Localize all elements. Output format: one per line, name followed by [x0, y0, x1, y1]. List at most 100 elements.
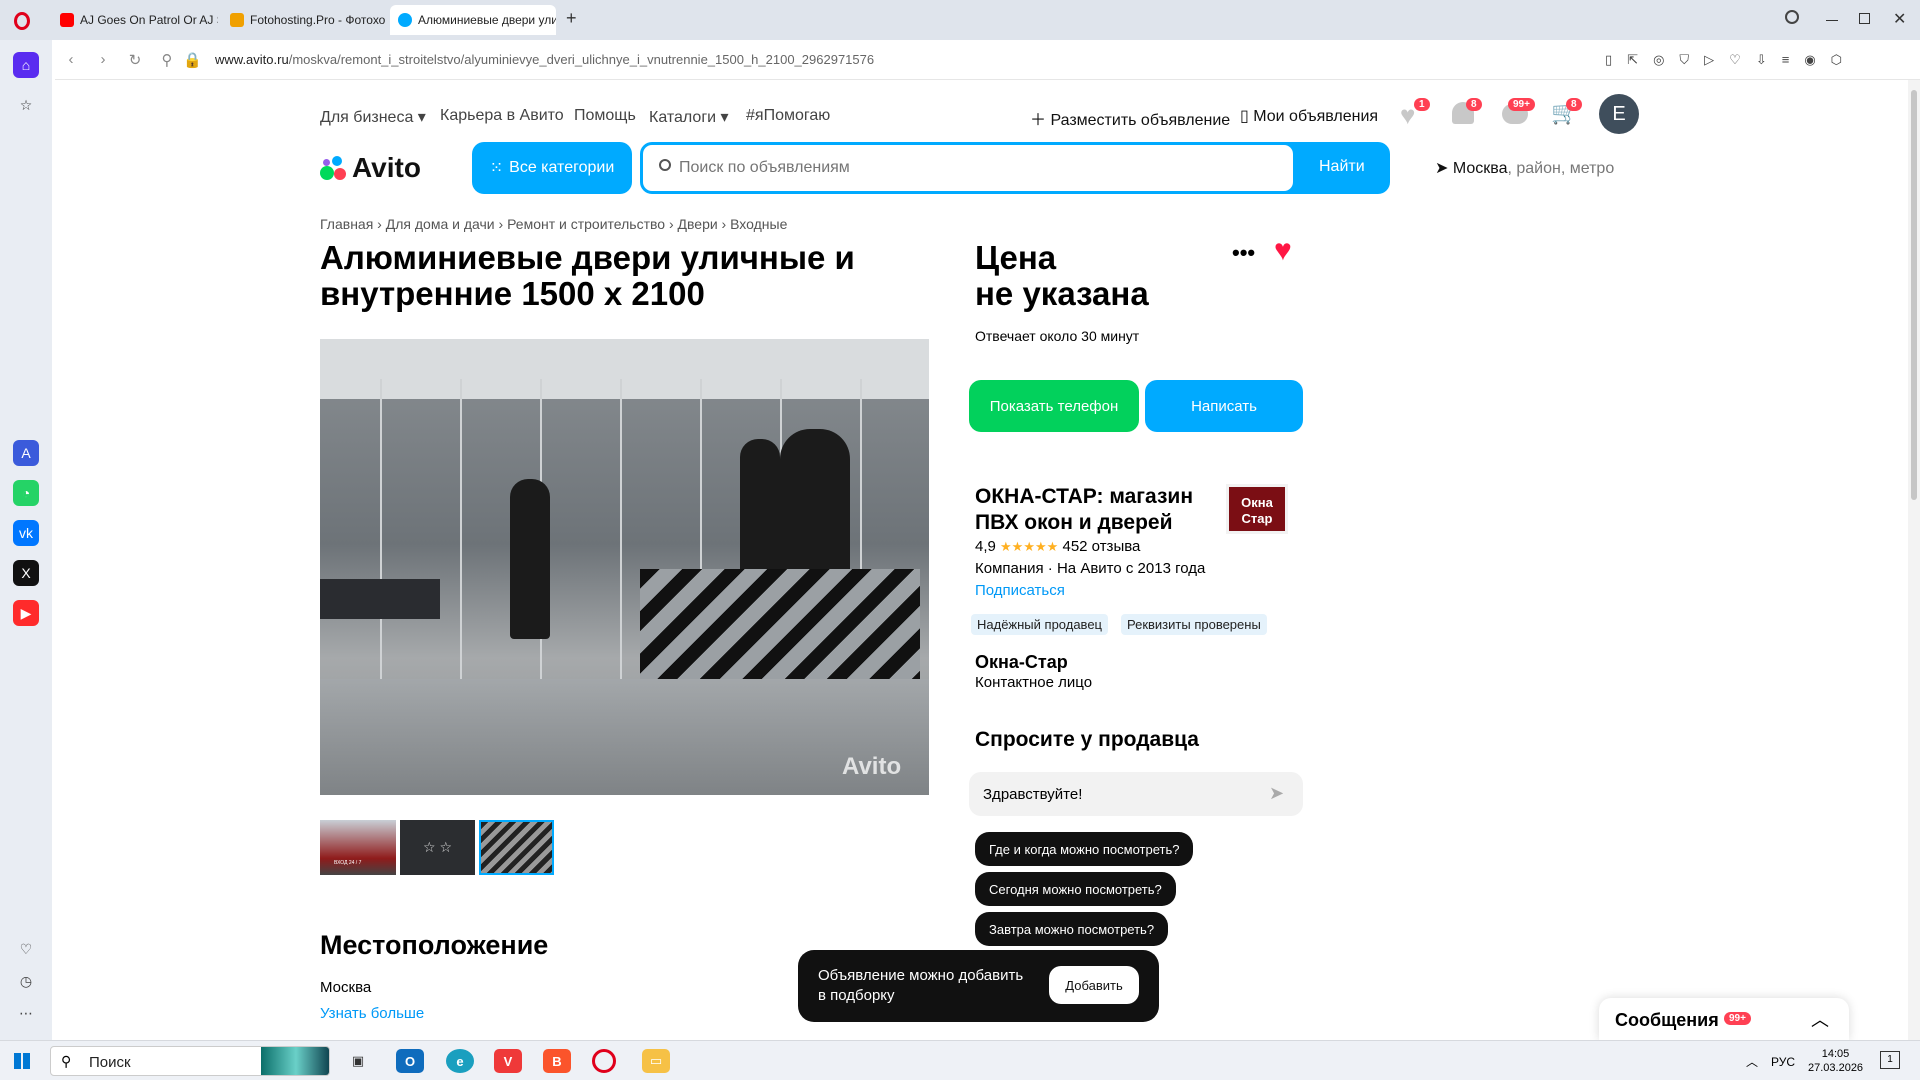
brave-icon[interactable]: B	[543, 1049, 571, 1073]
music-icon[interactable]: ▶	[13, 600, 39, 626]
thumbnail-2[interactable]: ☆ ☆	[400, 820, 475, 875]
link-catalogs[interactable]: Каталоги ▾	[649, 107, 729, 127]
seller-name[interactable]: ОКНА-СТАР: магазин ПВХ окон и дверей	[975, 484, 1193, 536]
link-career[interactable]: Карьера в Авито	[440, 107, 564, 125]
link-help[interactable]: Помощь	[574, 107, 636, 125]
history-icon[interactable]: ◷	[13, 968, 39, 994]
location-selector[interactable]: ➤ Москва, район, метро	[1435, 158, 1614, 178]
messages-widget-badge: 99+	[1724, 1012, 1751, 1025]
camera-icon[interactable]: ◎	[1653, 52, 1664, 68]
share-icon[interactable]: ⇱	[1627, 52, 1638, 68]
opera-icon[interactable]	[592, 1049, 616, 1073]
windows-taskbar: ⚲ Поиск ▣ O e V B ▭ ︿ РУС 14:05 27.03.202…	[0, 1040, 1920, 1080]
url-field[interactable]: www.avito.ru/moskva/remont_i_stroitelstv…	[215, 52, 874, 67]
more-icon[interactable]: ⋯	[13, 1000, 39, 1026]
download-icon[interactable]: ⇩	[1756, 52, 1767, 68]
new-tab-button[interactable]: +	[566, 8, 577, 29]
vk-icon[interactable]: vk	[13, 520, 39, 546]
subscribe-link[interactable]: Подписаться	[975, 582, 1065, 599]
box-icon[interactable]: ⬡	[1831, 52, 1842, 68]
reviews-link[interactable]: 452 отзыва	[1062, 538, 1140, 555]
avatar[interactable]: E	[1599, 94, 1639, 134]
star-icon[interactable]: ☆	[13, 92, 39, 118]
sidebar-heart-icon[interactable]: ♡	[13, 936, 39, 962]
chip-reliable-seller[interactable]: Надёжный продавец	[971, 614, 1108, 635]
arrow-location-icon: ➤	[1435, 160, 1449, 177]
aria-icon[interactable]: A	[13, 440, 39, 466]
link-ya-pomogayu[interactable]: #яПомогаю	[746, 107, 830, 125]
ask-seller-title: Спросите у продавца	[975, 728, 1199, 751]
show-phone-button[interactable]: Показать телефон	[969, 380, 1139, 432]
search-input[interactable]	[679, 153, 1279, 183]
page-scrollbar[interactable]	[1908, 80, 1920, 1040]
profile-icon[interactable]: ◉	[1804, 52, 1815, 68]
fotohosting-favicon-icon	[230, 13, 244, 27]
breadcrumb-doors[interactable]: Двери	[678, 216, 718, 232]
search-icon	[659, 159, 671, 171]
clock[interactable]: 14:05 27.03.2026	[1808, 1047, 1863, 1075]
opera-logo-icon[interactable]	[14, 12, 30, 30]
quick-question-2[interactable]: Сегодня можно посмотреть?	[975, 872, 1176, 906]
x-icon[interactable]: X	[13, 560, 39, 586]
ask-input[interactable]	[983, 782, 1253, 806]
back-icon[interactable]: ‹	[55, 51, 87, 68]
tab-search-icon[interactable]	[1785, 10, 1799, 24]
favorite-heart-icon[interactable]: ♥	[1274, 234, 1292, 268]
link-business[interactable]: Для бизнеса ▾	[320, 107, 426, 127]
shield-icon[interactable]: ⛉	[1679, 52, 1689, 68]
location-title: Местоположение	[320, 930, 549, 960]
task-view-icon[interactable]: ▣	[344, 1049, 372, 1073]
avito-logo[interactable]: Avito	[320, 152, 421, 184]
vivaldi-icon[interactable]: V	[494, 1049, 522, 1073]
taskbar-search-box[interactable]: ⚲ Поиск	[50, 1046, 330, 1076]
file-explorer-icon[interactable]: ▭	[642, 1049, 670, 1073]
thumbnail-3-selected[interactable]	[479, 820, 554, 875]
breadcrumb-home[interactable]: Главная	[320, 216, 373, 232]
rating-stars-icon: ★★★★★	[1000, 539, 1059, 554]
menu-icon[interactable]: ≡	[1782, 52, 1790, 68]
forward-icon[interactable]: ›	[87, 51, 119, 68]
toast-add-button[interactable]: Добавить	[1049, 966, 1139, 1004]
search-button[interactable]: Найти	[1319, 158, 1365, 176]
tab-fotohosting[interactable]: Fotohosting.Pro - Фотохо	[222, 5, 388, 35]
chevron-up-icon[interactable]: ︿	[1811, 1006, 1829, 1032]
whatsapp-icon[interactable]: ◔	[13, 480, 39, 506]
seller-logo[interactable]: Окна Стар	[1226, 484, 1288, 534]
minimize-icon[interactable]	[1826, 20, 1838, 21]
write-button[interactable]: Написать	[1145, 380, 1303, 432]
tab-youtube[interactable]: AJ Goes On Patrol Or AJ S	[52, 5, 218, 35]
chip-verified-details[interactable]: Реквизиты проверены	[1121, 614, 1267, 635]
windows-start-icon[interactable]	[14, 1053, 30, 1069]
tab-avito-active[interactable]: Алюминиевые двери ули	[390, 5, 556, 35]
send-icon[interactable]: ➤	[1269, 783, 1284, 804]
messages-widget[interactable]: Сообщения 99+ ︿	[1599, 998, 1849, 1040]
tray-chevron-icon[interactable]: ︿	[1746, 1053, 1758, 1070]
more-options-icon[interactable]: •••	[1232, 240, 1255, 266]
notification-center-icon[interactable]: 1	[1880, 1051, 1900, 1069]
outlook-icon[interactable]: O	[396, 1049, 424, 1073]
play-icon[interactable]: ▷	[1704, 52, 1714, 68]
thumbnail-1[interactable]: ВХОД 24 / 7	[320, 820, 396, 875]
breadcrumb-home-garden[interactable]: Для дома и дачи	[386, 216, 495, 232]
location-pin-icon[interactable]: ⚲	[151, 51, 183, 69]
listing-title: Алюминиевые двери уличные и внутренние 15…	[320, 239, 855, 312]
listing-main-photo[interactable]: Avito	[320, 339, 929, 795]
my-ads-link[interactable]: ▯ Мои объявления	[1240, 106, 1378, 126]
quick-question-3[interactable]: Завтра можно посмотреть?	[975, 912, 1169, 946]
breadcrumb-repair[interactable]: Ремонт и строительство	[507, 216, 665, 232]
location-more-link[interactable]: Узнать больше	[320, 1005, 424, 1022]
price: Цена не указана	[975, 239, 1149, 312]
maximize-icon[interactable]	[1859, 13, 1870, 24]
quick-question-1[interactable]: Где и когда можно посмотреть?	[975, 832, 1194, 866]
post-ad-link[interactable]: ＋ Разместить объявление	[1030, 106, 1230, 130]
home-icon[interactable]: ⌂	[13, 52, 39, 78]
language-indicator[interactable]: РУС	[1771, 1055, 1795, 1069]
edge-icon[interactable]: e	[446, 1049, 474, 1073]
heart-icon[interactable]: ♡	[1729, 52, 1741, 68]
reader-icon[interactable]: ▯	[1605, 52, 1612, 68]
lock-icon: 🔒	[183, 51, 202, 69]
close-icon[interactable]: ✕	[1893, 9, 1906, 29]
all-categories-button[interactable]: ⁙ Все категории	[472, 142, 632, 194]
breadcrumb-entrance[interactable]: Входные	[730, 216, 787, 232]
reload-icon[interactable]: ↻	[119, 51, 151, 69]
